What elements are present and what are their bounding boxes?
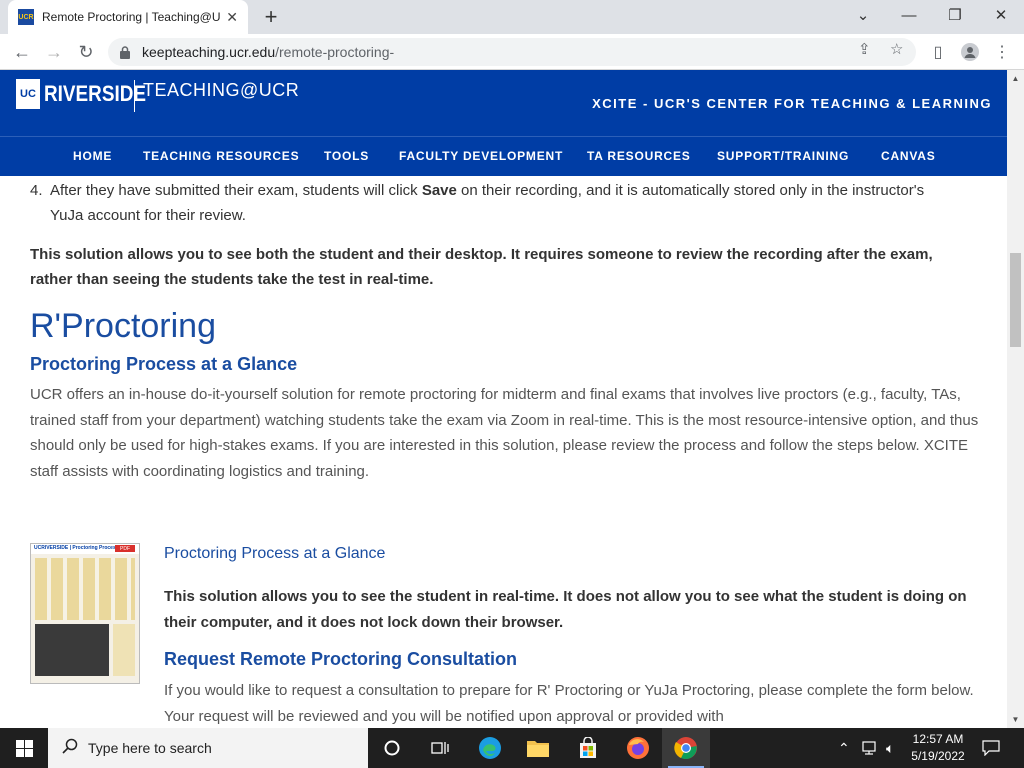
page-content: 4. After they have submitted their exam,… (0, 176, 1007, 728)
forward-arrow-icon[interactable]: → (40, 38, 68, 66)
process-pdf-link[interactable]: Proctoring Process at a Glance (164, 545, 385, 563)
browser-tab-active[interactable]: UCR Remote Proctoring | Teaching@UCR ✕ (8, 0, 248, 34)
chrome-icon[interactable] (662, 728, 710, 768)
taskbar-search-box[interactable]: Type here to search (48, 728, 368, 768)
clock-date: 5/19/2022 (911, 749, 965, 763)
thumb-logo-text: UCRIVERSIDE (34, 545, 69, 551)
proctoring-process-pdf-thumbnail[interactable]: UCRIVERSIDE | Proctoring Process PDF (30, 543, 140, 684)
bookmark-star-icon[interactable]: ☆ (890, 40, 903, 58)
nav-tools[interactable]: TOOLS (324, 149, 369, 163)
logo-divider (134, 80, 135, 112)
address-bar[interactable]: keepteaching.ucr.edu/remote-proctoring- (108, 38, 916, 66)
volume-icon[interactable]: 🔈︎ (886, 728, 894, 768)
back-arrow-icon[interactable]: ← (8, 38, 36, 66)
thumb-dark-panel (35, 624, 109, 676)
scroll-thumb[interactable] (1010, 253, 1021, 347)
site-tagline: XCITE - UCR'S CENTER FOR TEACHING & LEAR… (592, 96, 992, 111)
thumb-header: UCRIVERSIDE | Proctoring Process PDF (31, 544, 139, 554)
search-placeholder: Type here to search (88, 740, 212, 756)
search-icon (62, 738, 78, 759)
scroll-up-arrow-icon[interactable]: ▲ (1007, 70, 1024, 87)
nav-canvas[interactable]: CANVAS (881, 149, 936, 163)
windows-start-icon[interactable] (0, 728, 48, 768)
tab-search-chevron-icon[interactable]: ⌄ (840, 0, 886, 30)
ucr-logo-mark[interactable]: UC (16, 79, 40, 109)
save-keyword: Save (421, 182, 457, 199)
close-window-button[interactable]: ✕ (978, 0, 1024, 30)
reload-icon[interactable]: ↻ (72, 38, 100, 66)
main-navigation: HOME TEACHING RESOURCES TOOLS FACULTY DE… (0, 136, 1007, 176)
thumb-side-panel (113, 624, 135, 676)
nav-support-training[interactable]: SUPPORT/TRAINING (717, 149, 849, 163)
page-scrollbar[interactable]: ▲ ▼ (1007, 70, 1024, 728)
rproctoring-summary: This solution allows you to see the stud… (164, 588, 967, 631)
yuja-summary: This solution allows you to see both the… (30, 246, 933, 288)
share-icon[interactable]: ⇪ (858, 40, 871, 58)
notifications-icon[interactable] (982, 728, 1000, 768)
rproctoring-heading: R'Proctoring (30, 307, 217, 345)
url-host: keepteaching.ucr.edu (142, 44, 276, 60)
nav-ta-resources[interactable]: TA RESOURCES (587, 149, 691, 163)
list-number: 4. (30, 182, 43, 199)
ucr-logo-text[interactable]: RIVERSIDE (44, 81, 146, 107)
edge-browser-icon[interactable] (466, 728, 514, 768)
rproctoring-intro: UCR offers an in-house do-it-yourself so… (30, 386, 979, 480)
thumb-title: UCRIVERSIDE | Proctoring Process (34, 545, 119, 551)
minimize-button[interactable]: — (886, 0, 932, 30)
browser-tabstrip: UCR Remote Proctoring | Teaching@UCR ✕ +… (0, 0, 1024, 34)
cortana-icon[interactable] (368, 728, 416, 768)
windows-taskbar: Type here to search ⌃ 🔈︎ 12:57 AM 5/19/2… (0, 728, 1024, 768)
pdf-badge: PDF (115, 545, 135, 552)
step4-text-pre: After they have submitted their exam, st… (50, 182, 422, 199)
consult-heading: Request Remote Proctoring Consultation (164, 649, 518, 669)
thumb-title-text: Proctoring Process (72, 545, 119, 551)
thumb-columns (35, 558, 135, 620)
show-hidden-icons-chevron-icon[interactable]: ⌃ (838, 728, 850, 768)
consult-text: If you would like to request a consultat… (164, 682, 974, 725)
nav-faculty-development[interactable]: FACULTY DEVELOPMENT (399, 149, 563, 163)
restore-button[interactable]: ❐ (932, 0, 978, 30)
list-item-text: After they have submitted their exam, st… (50, 178, 955, 228)
system-clock[interactable]: 12:57 AM 5/19/2022 (906, 731, 970, 765)
file-explorer-icon[interactable] (514, 728, 562, 768)
site-title[interactable]: TEACHING@UCR (143, 80, 299, 101)
task-view-icon[interactable] (416, 728, 464, 768)
browser-toolbar: ← → ↻ keepteaching.ucr.edu/remote-procto… (0, 34, 1024, 70)
url-path: /remote-proctoring- (275, 44, 395, 60)
process-heading: Proctoring Process at a Glance (30, 354, 298, 374)
tab-close-icon[interactable]: ✕ (226, 9, 238, 26)
nav-home[interactable]: HOME (73, 149, 112, 163)
menu-kebab-icon[interactable]: ⋮ (990, 40, 1014, 64)
network-icon[interactable] (862, 728, 880, 768)
new-tab-button[interactable]: + (258, 4, 284, 30)
scroll-down-arrow-icon[interactable]: ▼ (1007, 711, 1024, 728)
clock-time: 12:57 AM (912, 732, 964, 746)
site-header: UC RIVERSIDE TEACHING@UCR XCITE - UCR'S … (0, 70, 1007, 136)
profile-avatar-icon[interactable] (958, 40, 982, 64)
ucr-favicon-icon: UCR (18, 9, 34, 25)
firefox-icon[interactable] (614, 728, 662, 768)
side-panel-icon[interactable]: ▯ (926, 40, 950, 64)
nav-teaching-resources[interactable]: TEACHING RESOURCES (143, 149, 299, 163)
lock-icon (118, 45, 132, 59)
microsoft-store-icon[interactable] (564, 728, 612, 768)
tab-title: Remote Proctoring | Teaching@UCR (42, 10, 221, 24)
